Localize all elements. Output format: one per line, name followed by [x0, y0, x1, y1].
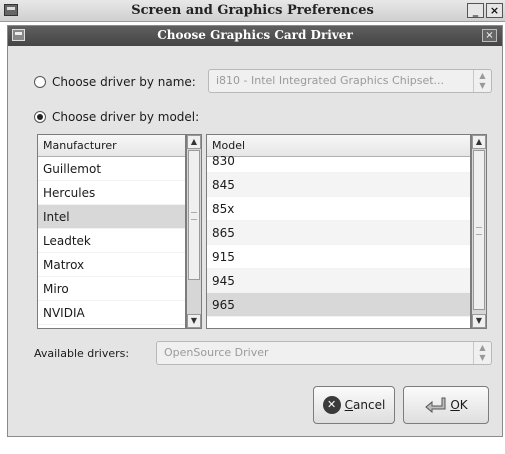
- list-item[interactable]: 865: [207, 221, 470, 245]
- cancel-label: Cancel: [344, 398, 386, 412]
- spin-arrows-icon: ▲ ▼: [473, 70, 491, 92]
- driver-dialog: Choose Graphics Card Driver × Choose dri…: [7, 25, 503, 437]
- available-drivers-label: Available drivers:: [34, 347, 130, 360]
- by-name-option[interactable]: Choose driver by name:: [34, 75, 196, 89]
- cancel-icon: ✕: [322, 396, 341, 414]
- ok-button[interactable]: OK: [403, 386, 489, 424]
- model-scrollbar[interactable]: ▲ ▼: [471, 134, 487, 329]
- available-drivers-combo[interactable]: OpenSource Driver ▲ ▼: [156, 341, 492, 365]
- outer-title-bar: Screen and Graphics Preferences _ ×: [0, 0, 505, 22]
- manufacturer-list[interactable]: Manufacturer Guillemot Hercules Intel Le…: [37, 134, 186, 329]
- cancel-button[interactable]: ✕ Cancel: [313, 386, 395, 424]
- by-model-option[interactable]: Choose driver by model:: [34, 110, 199, 124]
- ok-label: OK: [450, 398, 468, 412]
- available-drivers-value: OpenSource Driver: [164, 346, 269, 359]
- list-item[interactable]: 85x: [207, 197, 470, 221]
- list-item[interactable]: Miro: [38, 277, 185, 301]
- window-bottom-edge: [0, 438, 505, 454]
- model-list[interactable]: Model 830 845 85x 865 915 945 965: [206, 134, 471, 329]
- dialog-title: Choose Graphics Card Driver: [157, 28, 353, 42]
- list-item[interactable]: 965: [207, 293, 470, 317]
- list-item[interactable]: 830: [207, 149, 470, 173]
- scroll-thumb[interactable]: [188, 150, 200, 280]
- list-item[interactable]: Matrox: [38, 253, 185, 277]
- list-item[interactable]: 845: [207, 173, 470, 197]
- list-item[interactable]: Intel: [38, 205, 185, 229]
- minimize-button[interactable]: _: [467, 3, 484, 18]
- list-item[interactable]: Leadtek: [38, 229, 185, 253]
- manufacturer-rows: Guillemot Hercules Intel Leadtek Matrox …: [38, 157, 185, 325]
- outer-window-title: Screen and Graphics Preferences: [131, 3, 374, 18]
- dialog-close-button[interactable]: ×: [482, 29, 497, 42]
- scroll-down-icon[interactable]: ▼: [187, 314, 201, 328]
- by-model-label: Choose driver by model:: [52, 110, 200, 124]
- list-item[interactable]: Hercules: [38, 181, 185, 205]
- spin-arrows-icon: ▲ ▼: [473, 342, 491, 364]
- list-item[interactable]: 915: [207, 245, 470, 269]
- by-name-label: Choose driver by name:: [52, 75, 196, 89]
- scroll-up-icon[interactable]: ▲: [472, 135, 486, 149]
- dialog-title-bar: Choose Graphics Card Driver ×: [8, 26, 502, 46]
- outer-close-button[interactable]: ×: [486, 3, 503, 18]
- list-item[interactable]: 945: [207, 269, 470, 293]
- scroll-down-icon[interactable]: ▼: [472, 314, 486, 328]
- by-model-radio[interactable]: [34, 111, 46, 123]
- scroll-up-icon[interactable]: ▲: [187, 135, 201, 149]
- by-name-radio[interactable]: [34, 76, 46, 88]
- ok-arrow-icon: [424, 396, 446, 414]
- driver-name-combo[interactable]: i810 - Intel Integrated Graphics Chipset…: [208, 69, 492, 93]
- manufacturer-scrollbar[interactable]: ▲ ▼: [186, 134, 202, 329]
- driver-name-value: i810 - Intel Integrated Graphics Chipset…: [216, 74, 445, 87]
- manufacturer-header[interactable]: Manufacturer: [38, 135, 185, 157]
- scroll-thumb[interactable]: [473, 150, 485, 310]
- model-rows: 830 845 85x 865 915 945 965: [207, 149, 470, 317]
- list-item[interactable]: Guillemot: [38, 157, 185, 181]
- list-item[interactable]: NVIDIA: [38, 301, 185, 325]
